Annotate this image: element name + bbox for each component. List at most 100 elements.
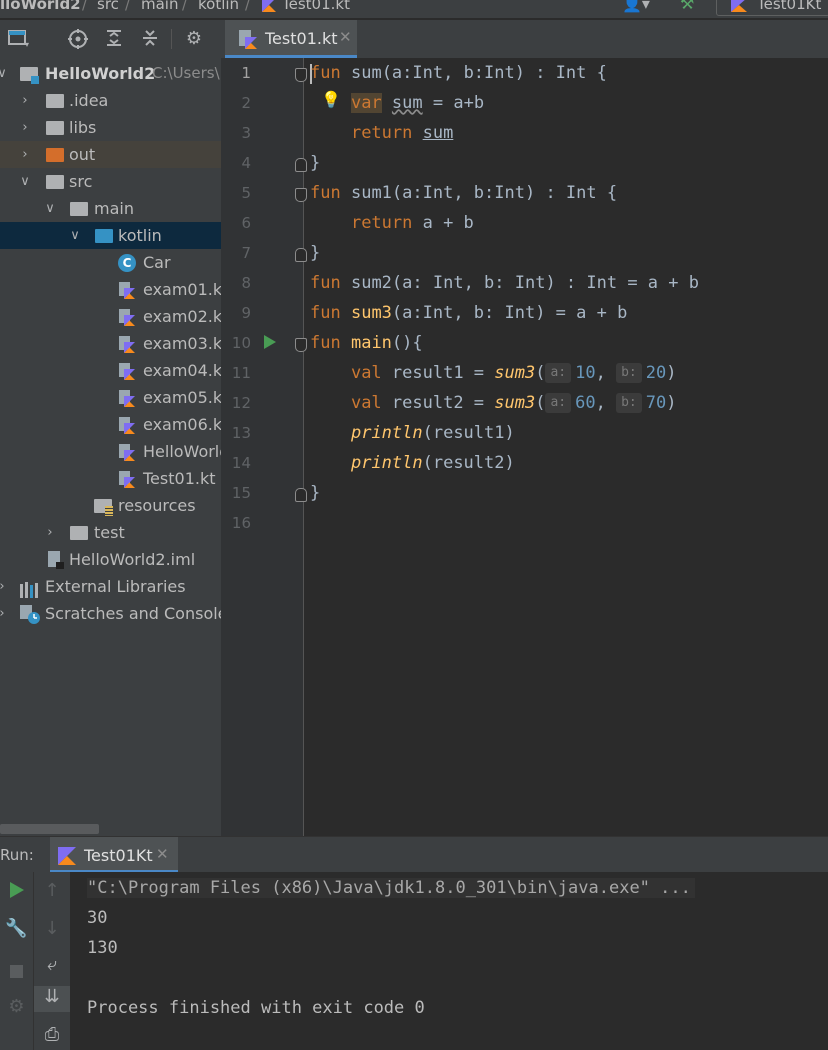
breadcrumb-separator: / bbox=[125, 0, 131, 13]
tree-item-libs[interactable]: › libs bbox=[0, 114, 221, 141]
breadcrumb-kotlin[interactable]: kotlin bbox=[198, 0, 239, 13]
code-text: (result2) bbox=[422, 453, 515, 473]
collapse-all-icon[interactable] bbox=[139, 28, 161, 50]
tree-item-label: HelloWorld2 bbox=[45, 64, 156, 83]
tree-item-exam02[interactable]: exam02.kt bbox=[0, 303, 221, 330]
arrow-up-icon[interactable]: ↑ bbox=[34, 880, 70, 901]
build-hammer-icon[interactable]: ⚒ bbox=[680, 0, 694, 13]
kotlin-file-icon bbox=[239, 30, 257, 54]
tree-item-label: exam05.kt bbox=[143, 388, 221, 407]
line-number: 5 bbox=[241, 184, 251, 202]
run-gutter-icon[interactable] bbox=[264, 334, 276, 353]
rerun-icon[interactable] bbox=[0, 882, 33, 903]
chevron-down-icon[interactable]: ∨ bbox=[69, 222, 81, 249]
tree-item-car[interactable]: C Car bbox=[0, 249, 221, 276]
tree-item-test[interactable]: › test bbox=[0, 519, 221, 546]
tree-item-kotlin[interactable]: ∨ kotlin bbox=[0, 222, 221, 249]
tree-horizontal-scrollbar[interactable] bbox=[0, 824, 99, 834]
scroll-to-end-icon[interactable]: ⇊ bbox=[34, 986, 70, 1012]
tab-test01[interactable]: Test01.kt ✕ bbox=[225, 20, 357, 58]
parameter-hint: b: bbox=[616, 393, 642, 413]
console-output[interactable]: "C:\Program Files (x86)\Java\jdk1.8.0_30… bbox=[70, 872, 828, 1050]
stop-icon[interactable] bbox=[0, 962, 33, 983]
fold-end-icon[interactable] bbox=[295, 158, 307, 172]
chevron-down-icon[interactable]: ∨ bbox=[44, 195, 56, 222]
code-function-name: sum1 bbox=[350, 183, 392, 203]
run-configuration-selector[interactable]: Test01Kt bbox=[716, 0, 828, 16]
code-line-9: fun sum3(a:Int, b: Int) = a + b bbox=[310, 298, 627, 328]
tree-item-label: exam01.kt bbox=[143, 280, 221, 299]
code-text: (a:Int, b:Int) : Int { bbox=[391, 183, 618, 203]
breadcrumb-project[interactable]: lloWorld2 bbox=[0, 0, 81, 13]
tree-item-exam04[interactable]: exam04.kt bbox=[0, 357, 221, 384]
tree-item-out[interactable]: › out bbox=[0, 141, 221, 168]
chevron-right-icon[interactable]: › bbox=[19, 141, 31, 168]
tab-run-test01kt[interactable]: Test01Kt ✕ bbox=[50, 837, 178, 873]
expand-all-icon[interactable] bbox=[103, 28, 125, 50]
project-view-icon[interactable]: ▾ bbox=[8, 28, 30, 50]
tree-item-label: libs bbox=[69, 118, 97, 137]
locate-target-icon[interactable] bbox=[67, 28, 89, 50]
fold-toggle-icon[interactable] bbox=[295, 188, 307, 202]
tree-item-project-root[interactable]: ∨ HelloWorld2 C:\Users\ bbox=[0, 60, 221, 87]
code-editor[interactable]: fun sum(a:Int, b:Int) : Int { 💡 var sum … bbox=[295, 58, 828, 836]
fold-end-icon[interactable] bbox=[295, 488, 307, 502]
tree-item-helloworld[interactable]: HelloWorld bbox=[0, 438, 221, 465]
tree-item-resources[interactable]: resources bbox=[0, 492, 221, 519]
code-text: = a+b bbox=[422, 93, 485, 113]
code-line-13: println(result1) bbox=[310, 418, 515, 448]
chevron-right-icon[interactable]: › bbox=[0, 600, 8, 627]
close-icon[interactable]: ✕ bbox=[339, 28, 352, 46]
breadcrumb-file[interactable]: Test01.kt bbox=[282, 0, 350, 13]
tree-item-test01[interactable]: Test01.kt bbox=[0, 465, 221, 492]
kotlin-icon bbox=[58, 847, 76, 869]
chevron-down-icon[interactable]: ∨ bbox=[19, 168, 31, 195]
code-function-call: sum3 bbox=[494, 363, 536, 383]
settings-gear-icon[interactable]: ⚙ bbox=[0, 996, 33, 1017]
tree-item-scratches[interactable]: › Scratches and Consoles bbox=[0, 600, 221, 627]
chevron-right-icon[interactable]: › bbox=[19, 114, 31, 141]
parameter-hint: a: bbox=[545, 363, 572, 383]
line-number: 14 bbox=[231, 454, 251, 472]
gear-icon[interactable]: ⚙ bbox=[183, 28, 205, 50]
breadcrumb-src[interactable]: src bbox=[97, 0, 119, 13]
close-icon[interactable]: ✕ bbox=[156, 845, 169, 863]
soft-wrap-icon[interactable]: ⤶ bbox=[34, 954, 70, 975]
kotlin-file-icon bbox=[119, 416, 135, 434]
console-exit-message: Process finished with exit code 0 bbox=[87, 998, 425, 1018]
folder-icon bbox=[46, 121, 64, 135]
arrow-down-icon[interactable]: ↓ bbox=[34, 918, 70, 939]
console-command-line: "C:\Program Files (x86)\Java\jdk1.8.0_30… bbox=[87, 878, 695, 898]
line-number: 1 bbox=[241, 64, 251, 82]
tree-item-exam03[interactable]: exam03.kt bbox=[0, 330, 221, 357]
chevron-down-icon[interactable]: ∨ bbox=[0, 60, 8, 87]
tree-item-iml[interactable]: HelloWorld2.iml bbox=[0, 546, 221, 573]
kotlin-file-icon bbox=[119, 281, 135, 299]
tree-item-exam06[interactable]: exam06.kt bbox=[0, 411, 221, 438]
tree-item-label: out bbox=[69, 145, 96, 164]
run-tab-label: Test01Kt bbox=[84, 846, 153, 865]
svg-text:▾: ▾ bbox=[25, 40, 29, 48]
fold-end-icon[interactable] bbox=[295, 248, 307, 262]
tree-item-label: exam06.kt bbox=[143, 415, 221, 434]
tree-item-exam01[interactable]: exam01.kt bbox=[0, 276, 221, 303]
tree-item-src[interactable]: ∨ src bbox=[0, 168, 221, 195]
tree-item-main[interactable]: ∨ main bbox=[0, 195, 221, 222]
code-function-name: sum3 bbox=[350, 303, 392, 323]
print-icon[interactable]: ⎙ bbox=[34, 1024, 70, 1045]
chevron-right-icon[interactable]: › bbox=[19, 87, 31, 114]
chevron-right-icon[interactable]: › bbox=[0, 573, 8, 600]
code-keyword: var bbox=[350, 93, 382, 113]
tree-item-external-libraries[interactable]: › External Libraries bbox=[0, 573, 221, 600]
chevron-right-icon[interactable]: › bbox=[44, 519, 56, 546]
tree-item-idea[interactable]: › .idea bbox=[0, 87, 221, 114]
fold-toggle-icon[interactable] bbox=[295, 338, 307, 352]
run-panel-label: Run: bbox=[0, 846, 34, 864]
user-icon[interactable]: 👤▾ bbox=[622, 0, 650, 13]
tree-item-label: Scratches and Consoles bbox=[45, 604, 221, 623]
fold-toggle-icon[interactable] bbox=[295, 68, 307, 82]
wrench-icon[interactable]: 🔧 bbox=[0, 918, 33, 939]
tree-item-exam05[interactable]: exam05.kt bbox=[0, 384, 221, 411]
breadcrumb-main[interactable]: main bbox=[141, 0, 178, 13]
tree-item-label: src bbox=[69, 172, 93, 191]
